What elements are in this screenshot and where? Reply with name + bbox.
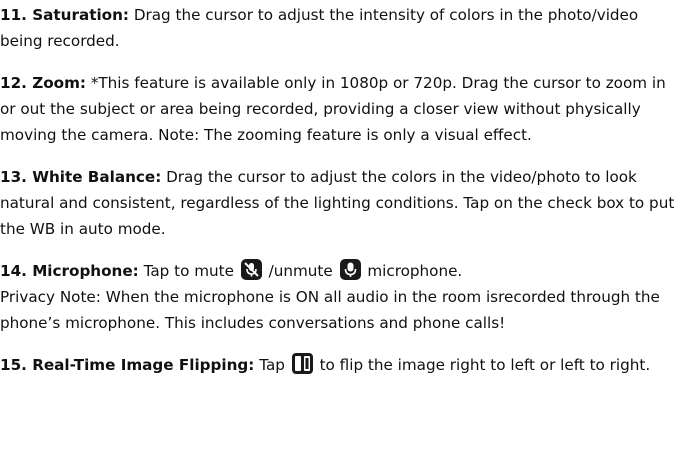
mic-icon <box>339 259 361 280</box>
flip-image-icon <box>291 353 313 374</box>
item-title: 13. White Balance: <box>0 168 162 186</box>
item-text: to flip the image right to left or left … <box>319 356 651 374</box>
item-zoom: 12. Zoom: *This feature is available onl… <box>0 70 682 148</box>
item-text: Tap to mute <box>143 262 234 280</box>
item-text: *This feature is available only in 1080p… <box>0 74 666 144</box>
item-title: 12. Zoom: <box>0 74 86 92</box>
item-white-balance: 13. White Balance: Drag the cursor to ad… <box>0 164 682 242</box>
privacy-note: Privacy Note: When the microphone is ON … <box>0 288 660 332</box>
item-text: Tap <box>259 356 285 374</box>
item-text: microphone. <box>367 262 463 280</box>
item-image-flipping: 15. Real-Time Image Flipping: Tap to fli… <box>0 352 682 378</box>
item-title: 14. Microphone: <box>0 262 139 280</box>
manual-page: 11. Saturation: Drag the cursor to adjus… <box>0 2 682 394</box>
item-title: 15. Real-Time Image Flipping: <box>0 356 255 374</box>
item-saturation: 11. Saturation: Drag the cursor to adjus… <box>0 2 682 54</box>
item-text: /unmute <box>268 262 333 280</box>
mic-muted-icon <box>240 259 262 280</box>
item-title: 11. Saturation: <box>0 6 129 24</box>
item-microphone: 14. Microphone: Tap to mute /unmute micr… <box>0 258 682 336</box>
